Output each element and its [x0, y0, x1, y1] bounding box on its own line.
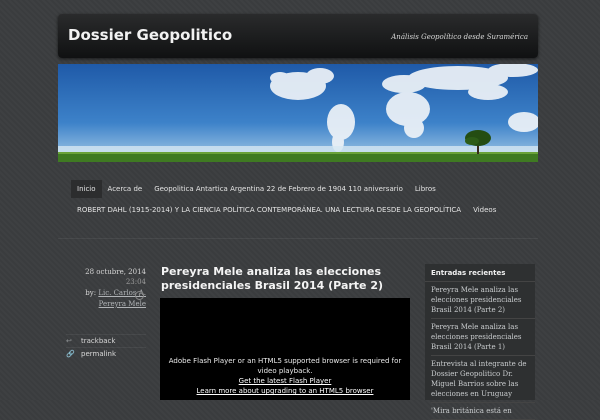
nav-item-videos[interactable]: Videos	[467, 206, 502, 214]
post-date: 28 octubre, 2014	[85, 268, 146, 276]
video-player[interactable]: Adobe Flash Player or an HTML5 supported…	[160, 298, 410, 400]
post-title[interactable]: Pereyra Mele analiza las elecciones pres…	[161, 265, 411, 293]
recent-post-item[interactable]: Pereyra Mele analiza las elecciones pres…	[431, 282, 535, 319]
content-divider	[58, 238, 538, 239]
recent-post-item[interactable]: Entrevista al integrante de Dossier Geop…	[431, 356, 535, 403]
byline-prefix: by:	[85, 289, 97, 297]
permalink-link[interactable]: 🔗 permalink	[66, 347, 146, 360]
recent-post-item[interactable]: Pereyra Mele analiza las elecciones pres…	[431, 319, 535, 356]
post-byline: by: Lic. Carlos A. Pereyra Mele	[62, 288, 146, 310]
permalink-label: permalink	[81, 350, 116, 358]
site-description: Análisis Geopolítico desde Suramérica	[391, 33, 528, 41]
post-links: ↩ trackback 🔗 permalink	[66, 334, 146, 360]
header-banner	[58, 64, 538, 162]
clock-icon	[135, 291, 144, 300]
flash-message: Adobe Flash Player or an HTML5 supported…	[168, 357, 402, 375]
trackback-link[interactable]: ↩ trackback	[66, 334, 146, 347]
nav-item-robert-dahl[interactable]: ROBERT DAHL (1915-2014) Y LA CIENCIA POL…	[71, 206, 467, 214]
nav-row-2: ROBERT DAHL (1915-2014) Y LA CIENCIA POL…	[71, 199, 537, 220]
nav-item-libros[interactable]: Libros	[409, 185, 442, 193]
get-flash-link[interactable]: Get the latest Flash Player	[166, 376, 404, 386]
recent-post-item[interactable]: 'Mira británica está en	[431, 403, 535, 420]
nav-item-inicio[interactable]: Inicio	[71, 179, 102, 198]
sidebar-heading: Entradas recientes	[425, 264, 535, 282]
nav-row-1: Inicio Acerca de Geopolitica Antartica A…	[71, 178, 537, 199]
post-meta: 28 octubre, 2014 23:04 by: Lic. Carlos A…	[62, 268, 146, 310]
site-header: Dossier Geopolitico Análisis Geopolítico…	[58, 14, 538, 58]
flash-message-block: Adobe Flash Player or an HTML5 supported…	[166, 356, 404, 396]
upgrade-browser-link[interactable]: Learn more about upgrading to an HTML5 b…	[166, 386, 404, 396]
trackback-label: trackback	[81, 337, 116, 345]
link-icon: 🔗	[66, 350, 75, 358]
nav-item-acerca[interactable]: Acerca de	[102, 185, 149, 193]
sidebar-recent-posts: Entradas recientes Pereyra Mele analiza …	[425, 264, 535, 420]
nav-item-geopolitica-antartica[interactable]: Geopolitica Antartica Argentina 22 de Fe…	[148, 185, 409, 193]
trackback-icon: ↩	[66, 337, 72, 345]
main-nav: Inicio Acerca de Geopolitica Antartica A…	[71, 178, 537, 220]
post-time: 23:04	[125, 278, 146, 286]
site-title[interactable]: Dossier Geopolitico	[68, 26, 232, 44]
